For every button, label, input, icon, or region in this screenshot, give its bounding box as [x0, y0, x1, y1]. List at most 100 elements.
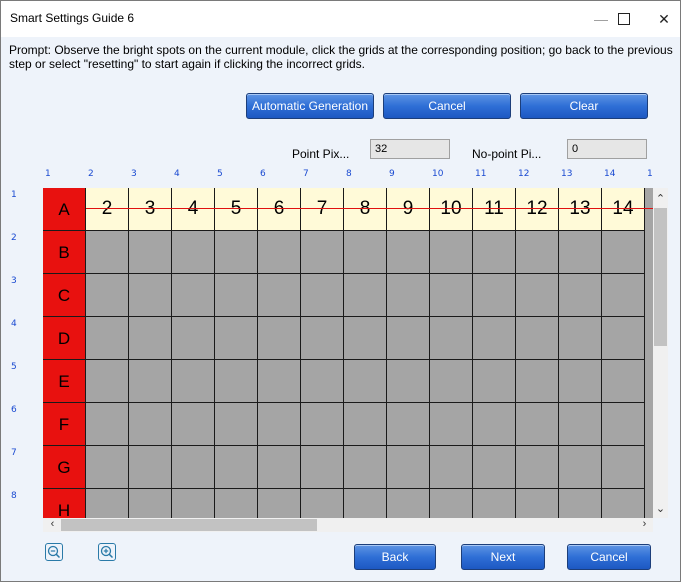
- grid-cell[interactable]: [301, 446, 344, 489]
- grid-cell[interactable]: [129, 446, 172, 489]
- scroll-left-icon[interactable]: ‹: [45, 518, 60, 530]
- grid-cell[interactable]: [344, 231, 387, 274]
- grid-cell[interactable]: [387, 446, 430, 489]
- grid-cell[interactable]: [559, 231, 602, 274]
- grid-cell[interactable]: [129, 360, 172, 403]
- grid-cell[interactable]: [258, 360, 301, 403]
- grid-cell[interactable]: [473, 317, 516, 360]
- grid-cell[interactable]: [473, 360, 516, 403]
- grid-cell[interactable]: [344, 446, 387, 489]
- column-header-cell[interactable]: 11: [473, 188, 516, 231]
- grid-cell[interactable]: [387, 274, 430, 317]
- scroll-down-icon[interactable]: ⌄: [653, 502, 668, 515]
- minimize-button[interactable]: —: [589, 9, 613, 29]
- column-header-cell[interactable]: 2: [86, 188, 129, 231]
- grid-cell[interactable]: [387, 403, 430, 446]
- grid-cell[interactable]: [215, 317, 258, 360]
- grid-cell[interactable]: [129, 489, 172, 518]
- grid-cell[interactable]: [172, 317, 215, 360]
- column-header-cell[interactable]: 8: [344, 188, 387, 231]
- grid-cell[interactable]: [86, 489, 129, 518]
- grid-cell[interactable]: [172, 231, 215, 274]
- column-header-cell[interactable]: 7: [301, 188, 344, 231]
- grid-cell[interactable]: [602, 403, 645, 446]
- zoom-in-button[interactable]: [98, 543, 116, 561]
- grid-cell[interactable]: [258, 317, 301, 360]
- grid-cell[interactable]: [387, 489, 430, 518]
- grid-cell[interactable]: [430, 274, 473, 317]
- row-header-cell[interactable]: C: [43, 274, 86, 317]
- grid-cell[interactable]: [516, 274, 559, 317]
- grid-cell[interactable]: [430, 403, 473, 446]
- grid-cell[interactable]: [301, 360, 344, 403]
- grid-cell[interactable]: [430, 360, 473, 403]
- back-button[interactable]: Back: [354, 544, 436, 570]
- grid-cell[interactable]: [473, 403, 516, 446]
- row-header-cell[interactable]: B: [43, 231, 86, 274]
- grid-cell[interactable]: [516, 403, 559, 446]
- grid-cell[interactable]: [602, 489, 645, 518]
- horizontal-scrollbar[interactable]: ‹ ›: [43, 518, 653, 532]
- maximize-button[interactable]: [612, 9, 636, 29]
- grid-cell[interactable]: [258, 489, 301, 518]
- grid-cell[interactable]: [172, 360, 215, 403]
- vertical-scroll-thumb[interactable]: [654, 208, 667, 346]
- grid-cell[interactable]: [344, 317, 387, 360]
- point-pixel-field[interactable]: 32: [370, 139, 450, 159]
- grid-cell[interactable]: [516, 360, 559, 403]
- grid-cell[interactable]: [516, 231, 559, 274]
- grid-cell[interactable]: [258, 274, 301, 317]
- next-button[interactable]: Next: [461, 544, 545, 570]
- grid-cell[interactable]: [559, 274, 602, 317]
- grid-cell[interactable]: [301, 317, 344, 360]
- grid-cell[interactable]: [86, 274, 129, 317]
- grid-cell[interactable]: [602, 360, 645, 403]
- grid-cell[interactable]: [258, 446, 301, 489]
- grid-cell[interactable]: [516, 446, 559, 489]
- grid-cell[interactable]: [301, 274, 344, 317]
- grid-cell[interactable]: [387, 231, 430, 274]
- grid-cell[interactable]: [215, 489, 258, 518]
- grid-cell[interactable]: [473, 489, 516, 518]
- grid-cell[interactable]: [301, 489, 344, 518]
- column-header-cell[interactable]: 10: [430, 188, 473, 231]
- grid-cell[interactable]: [129, 231, 172, 274]
- row-header-cell[interactable]: F: [43, 403, 86, 446]
- grid-cell[interactable]: [86, 360, 129, 403]
- scroll-right-icon[interactable]: ›: [637, 518, 652, 530]
- grid-cell[interactable]: [344, 274, 387, 317]
- grid-cell[interactable]: [215, 446, 258, 489]
- cancel-generation-button[interactable]: Cancel: [383, 93, 511, 119]
- column-header-cell[interactable]: 13: [559, 188, 602, 231]
- grid-cell[interactable]: [559, 446, 602, 489]
- zoom-out-button[interactable]: [45, 543, 63, 561]
- grid-cell[interactable]: [473, 274, 516, 317]
- grid-cell[interactable]: [129, 403, 172, 446]
- row-header-cell[interactable]: G: [43, 446, 86, 489]
- grid-cell[interactable]: [559, 360, 602, 403]
- grid-cell[interactable]: [172, 274, 215, 317]
- grid-cell[interactable]: [559, 403, 602, 446]
- cancel-button[interactable]: Cancel: [567, 544, 651, 570]
- grid-cell[interactable]: [516, 489, 559, 518]
- grid-cell[interactable]: [172, 446, 215, 489]
- column-header-cell[interactable]: 4: [172, 188, 215, 231]
- grid-cell[interactable]: [473, 231, 516, 274]
- column-header-cell[interactable]: 14: [602, 188, 645, 231]
- grid-cell[interactable]: [602, 446, 645, 489]
- grid-cell[interactable]: [215, 403, 258, 446]
- grid-cell[interactable]: [215, 274, 258, 317]
- clear-button[interactable]: Clear: [520, 93, 648, 119]
- grid-cell[interactable]: [430, 446, 473, 489]
- column-header-cell[interactable]: 3: [129, 188, 172, 231]
- grid-cell[interactable]: [430, 489, 473, 518]
- row-header-cell[interactable]: A: [43, 188, 86, 231]
- grid-cell[interactable]: [387, 360, 430, 403]
- column-header-cell[interactable]: 5: [215, 188, 258, 231]
- grid-cell[interactable]: [215, 360, 258, 403]
- grid-cell[interactable]: [172, 403, 215, 446]
- grid-cell[interactable]: [344, 360, 387, 403]
- grid-cell[interactable]: [258, 403, 301, 446]
- grid-cell[interactable]: [129, 274, 172, 317]
- grid-cell[interactable]: [387, 317, 430, 360]
